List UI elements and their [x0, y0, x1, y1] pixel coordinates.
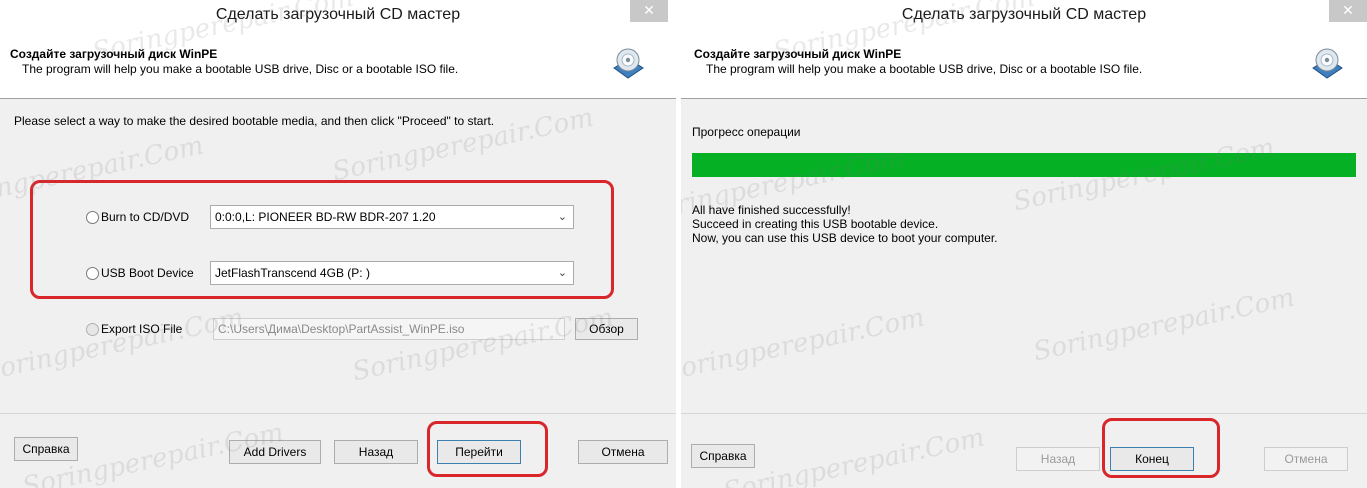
progress-fill: [692, 153, 1356, 177]
help-button[interactable]: Справка: [691, 444, 755, 468]
status-message: All have finished successfully!: [692, 203, 851, 217]
export-iso-radio[interactable]: [86, 323, 99, 337]
highlight-frame: [427, 421, 548, 477]
cancel-button[interactable]: Отмена: [1264, 447, 1348, 471]
export-iso-label: Export ISO File: [101, 322, 183, 336]
export-iso-option[interactable]: Export ISO File: [86, 319, 182, 339]
progress-label: Прогресс операции: [692, 125, 801, 139]
add-drivers-button[interactable]: Add Drivers: [229, 440, 321, 464]
disc-icon: [613, 48, 644, 79]
watermark: Soringperepair.Com: [1030, 282, 1298, 368]
watermark: Soringperepair.Com: [720, 422, 988, 488]
browse-button[interactable]: Обзор: [575, 318, 638, 340]
window-title: Сделать загрузочный CD мастер: [215, 6, 461, 23]
header-subtitle: The program will help you make a bootabl…: [706, 62, 1143, 76]
wizard-header: Создайте загрузочный диск WinPE The prog…: [0, 36, 676, 99]
footer-separator: [681, 413, 1367, 414]
title-bar: Сделать загрузочный CD мастер ✕: [681, 0, 1367, 36]
header-title: Создайте загрузочный диск WinPE: [10, 47, 218, 61]
instruction-text: Please select a way to make the desired …: [14, 114, 495, 128]
help-button[interactable]: Справка: [14, 437, 78, 461]
footer-separator: [0, 413, 676, 414]
close-button[interactable]: ✕: [1329, 0, 1367, 22]
dialog-select-media: Сделать загрузочный CD мастер ✕ Создайте…: [0, 0, 676, 488]
title-bar: Сделать загрузочный CD мастер ✕: [0, 0, 676, 36]
iso-path-input[interactable]: C:\Users\Дима\Desktop\PartAssist_WinPE.i…: [213, 318, 565, 340]
watermark: Soringperepair.Com: [681, 302, 928, 388]
watermark: Soringperepair.Com: [0, 302, 247, 388]
back-button[interactable]: Назад: [1016, 447, 1100, 471]
status-message: Now, you can use this USB device to boot…: [692, 231, 998, 245]
watermark: Soringperepair.Com: [349, 302, 617, 388]
window-title: Сделать загрузочный CD мастер: [901, 6, 1147, 23]
wizard-header: Создайте загрузочный диск WinPE The prog…: [681, 36, 1367, 99]
dialog-progress: Сделать загрузочный CD мастер ✕ Создайте…: [681, 0, 1367, 488]
highlight-frame: [30, 180, 614, 299]
header-subtitle: The program will help you make a bootabl…: [22, 62, 459, 76]
progress-bar: [692, 153, 1356, 177]
close-button[interactable]: ✕: [630, 0, 668, 22]
header-title: Создайте загрузочный диск WinPE: [694, 47, 902, 61]
highlight-frame: [1102, 418, 1220, 478]
disc-icon: [1312, 48, 1343, 79]
back-button[interactable]: Назад: [334, 440, 418, 464]
cancel-button[interactable]: Отмена: [578, 440, 668, 464]
status-message: Succeed in creating this USB bootable de…: [692, 217, 939, 231]
